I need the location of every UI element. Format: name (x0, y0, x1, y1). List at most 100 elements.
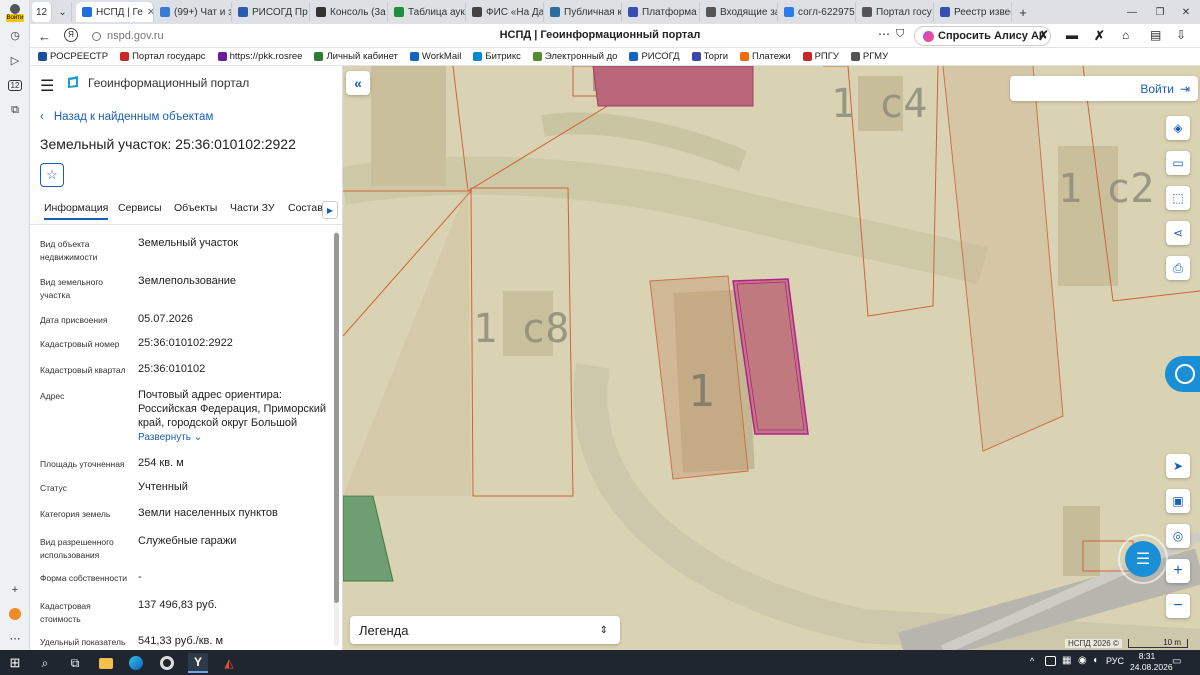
info-tab-1[interactable]: Сервисы (118, 202, 162, 218)
minimize-button[interactable]: — (1120, 2, 1144, 22)
bookmark-item[interactable]: Битрикс (473, 51, 521, 62)
collapse-panel-button[interactable]: « (346, 71, 370, 95)
map-view[interactable]: 1 с4 1 с2 1 с8 1 « Войти ⇥ ◈ ▭ ⬚ ⋖ ⎙ ➤ ▣… (343, 66, 1200, 650)
extension-1-button[interactable]: ✗ (1038, 28, 1049, 44)
add-panel-button[interactable]: + (5, 580, 25, 600)
bookmark-item[interactable]: WorkMail (409, 51, 461, 62)
tab-count-button[interactable]: 12 (5, 75, 25, 95)
tab-item[interactable]: Консоль (3а (310, 2, 388, 22)
explorer-button[interactable] (96, 653, 116, 673)
edge-button[interactable] (126, 653, 146, 673)
site-favicon-icon (472, 7, 482, 17)
tab-item[interactable]: (99+) Чат и з (154, 2, 232, 22)
bookmark-item[interactable]: РПГУ (802, 51, 839, 62)
volume-icon[interactable]: ◖ (1092, 655, 1098, 666)
restore-button[interactable]: ❐ (1148, 2, 1172, 22)
ask-alice-button[interactable]: Спросить Алису AI (914, 26, 1051, 46)
share-button[interactable]: ⋖ (1166, 221, 1190, 245)
rail-more-button[interactable]: ⋯ (5, 628, 25, 648)
history-button[interactable]: ◷ (5, 25, 25, 45)
url-field[interactable]: nspd.gov.ru (92, 27, 432, 45)
yandex-browser-button[interactable]: Y (188, 653, 208, 673)
extension-3-button[interactable]: ✗ (1094, 28, 1105, 44)
back-button[interactable]: ← (38, 29, 51, 44)
extension-5-button[interactable]: ▤ (1150, 28, 1161, 42)
zoom-in-button[interactable]: + (1166, 559, 1190, 583)
back-to-results-link[interactable]: ‹ Назад к найденным объектам (40, 111, 213, 123)
assistant-tab-button[interactable] (1165, 356, 1200, 392)
tab-item[interactable]: ФИС «На Да (466, 2, 544, 22)
map-login-button[interactable]: Войти ⇥ (1010, 76, 1198, 101)
print-button[interactable]: ⎙ (1166, 256, 1190, 280)
extension-2-button[interactable]: ▬ (1066, 28, 1078, 42)
language-indicator[interactable]: РУС (1106, 656, 1124, 666)
info-tab-0[interactable]: Информация (44, 202, 109, 220)
locate-button[interactable]: ➤ (1166, 454, 1190, 478)
minimap-button[interactable]: ▣ (1166, 489, 1190, 513)
extension-4-button[interactable]: ⌂ (1122, 28, 1129, 42)
task-view-button[interactable]: ⧉ (65, 653, 85, 673)
zoom-out-button[interactable]: − (1166, 594, 1190, 618)
info-tab-2[interactable]: Объекты (174, 202, 217, 218)
info-tab-3[interactable]: Части ЗУ (230, 202, 275, 218)
panel-scrollbar[interactable] (334, 231, 339, 646)
select-area-button[interactable]: ⬚ (1166, 186, 1190, 210)
bookmark-item[interactable]: Портал государс (120, 51, 206, 62)
close-tab-icon[interactable]: ✕ (147, 7, 153, 18)
chrome-button[interactable] (157, 653, 177, 673)
map-canvas[interactable] (343, 66, 1200, 650)
restore-icon: ❐ (1155, 6, 1165, 18)
yandex-home-button[interactable]: Я (64, 28, 78, 42)
tab-item[interactable]: Входящие за (700, 2, 778, 22)
hamburger-menu-button[interactable]: ☰ (40, 76, 54, 96)
notifications-button[interactable]: ▭ (1172, 656, 1181, 667)
search-button[interactable]: ⌕ (35, 653, 55, 673)
bookmark-button[interactable]: ⛉ (896, 28, 904, 41)
tab-counter[interactable]: 12 (32, 2, 52, 22)
ask-alice-label: Спросить Алису AI (938, 30, 1042, 42)
clock[interactable]: 8:31 24.08.2026 (1130, 651, 1173, 673)
bookmark-item[interactable]: РИСОГД (629, 51, 680, 62)
tab-item[interactable]: Платформа г (622, 2, 700, 22)
tab-list-button[interactable]: ⌄ (54, 2, 72, 22)
measure-button[interactable]: ▭ (1166, 151, 1190, 175)
new-tab-button[interactable]: + (1014, 2, 1032, 22)
bookmark-item[interactable]: Торги (691, 51, 728, 62)
tab-active[interactable]: НСПД | Ге ✕ (76, 2, 154, 22)
tray-overflow-button[interactable]: ^ (1030, 656, 1034, 666)
chevron-left-icon: ‹ (40, 111, 44, 123)
app-button[interactable]: ◭ (219, 653, 239, 673)
screenshot-button[interactable]: ⧉ (5, 100, 25, 120)
tabs-scroll-right-button[interactable]: ▶ (322, 201, 338, 219)
bookmark-item[interactable]: Личный кабинет (314, 51, 398, 62)
legend-dropdown[interactable]: Легенда ⇕ (350, 616, 620, 644)
page-menu-button[interactable]: ⋯ (878, 27, 890, 41)
panel-scroll-thumb[interactable] (334, 233, 339, 603)
chat-button[interactable]: ☰ (1118, 534, 1168, 584)
bookmark-item[interactable]: Платежи (740, 51, 791, 62)
chevron-down-icon: ⌄ (58, 6, 67, 18)
layers-button[interactable]: ◈ (1166, 116, 1190, 140)
tab-item[interactable]: РИСОГД Пр (232, 2, 310, 22)
bookmark-item[interactable]: РГМУ (850, 51, 888, 62)
bookmark-item[interactable]: РОСРЕЕСТР (38, 51, 108, 62)
tab-item[interactable]: Портал госу (856, 2, 934, 22)
geolocation-button[interactable]: ◎ (1166, 524, 1190, 548)
browser-assistant-button[interactable] (5, 604, 25, 624)
tab-item[interactable]: Таблица аук (388, 2, 466, 22)
favorite-button[interactable]: ☆ (40, 163, 64, 187)
expand-address-link[interactable]: Развернуть ⌄ (138, 432, 202, 443)
tab-item[interactable]: согл-622975 (778, 2, 856, 22)
tab-item[interactable]: Публичная к (544, 2, 622, 22)
info-tab-4[interactable]: Состав (288, 202, 323, 218)
profile-button[interactable]: Войти (5, 2, 25, 24)
user-icon (10, 4, 20, 14)
tab-item[interactable]: Реестр извес (934, 2, 1012, 22)
bookmark-item[interactable]: Электронный до (532, 51, 617, 62)
downloads-button[interactable]: ⇩ (1176, 28, 1186, 42)
bookmark-item[interactable]: https://pkk.rosree (217, 51, 302, 62)
start-button[interactable]: ⊞ (5, 653, 25, 673)
player-button[interactable]: ▷ (5, 50, 25, 70)
close-window-button[interactable]: ✕ (1174, 2, 1198, 22)
close-icon: ✕ (1181, 6, 1191, 18)
